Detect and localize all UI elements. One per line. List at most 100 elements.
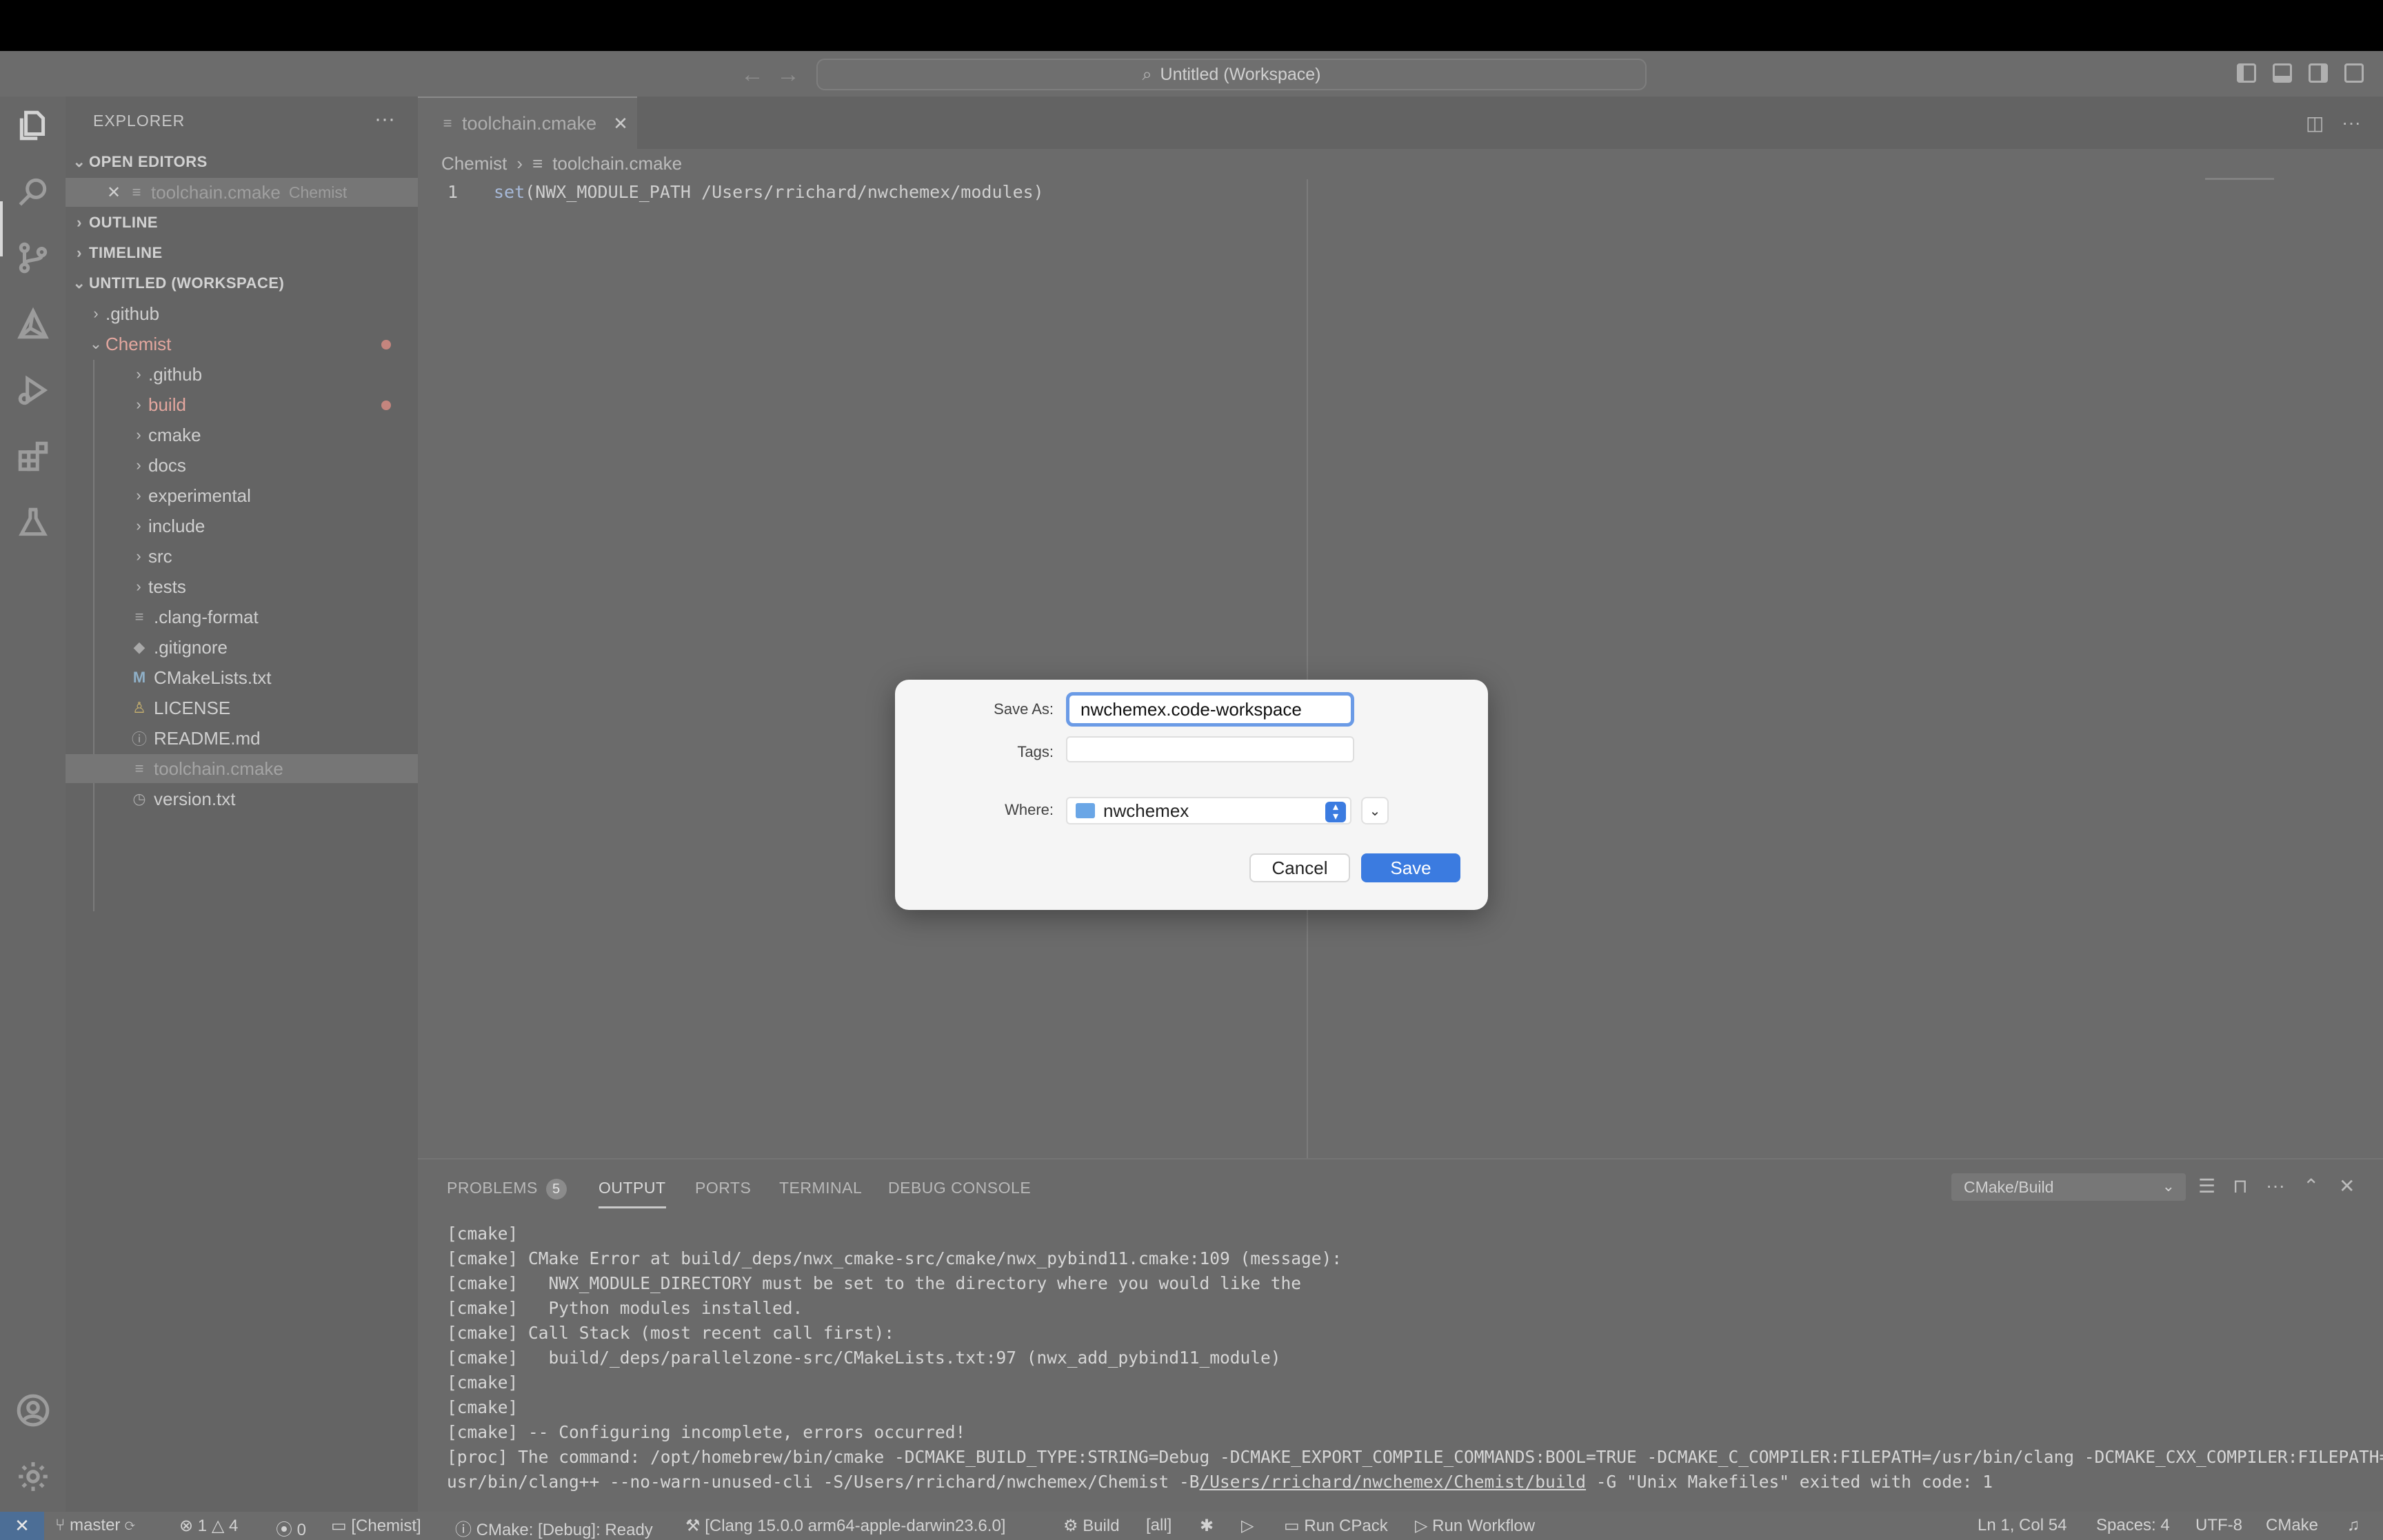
where-select[interactable]: nwchemex ▴ ▾	[1066, 797, 1351, 824]
cmake-status[interactable]: ⓘ CMake: [Debug]: Ready	[455, 1516, 653, 1540]
search-icon: ⌕	[1142, 64, 1152, 84]
run-workflow-button[interactable]: ▷ Run Workflow	[1415, 1516, 1535, 1536]
tree-file-version[interactable]: ◷ version.txt	[66, 784, 418, 813]
notifications-bell-icon[interactable]: ♫	[2347, 1516, 2360, 1535]
tree-folder-docs[interactable]: › docs	[66, 451, 418, 480]
outline-section[interactable]: › OUTLINE	[66, 208, 418, 237]
tree-folder-chemist[interactable]: ⌄ Chemist	[66, 330, 418, 358]
activity-bar	[0, 97, 66, 1512]
more-actions-icon[interactable]: ···	[2342, 112, 2361, 134]
output-log[interactable]: [cmake] [cmake] CMake Error at build/_dep…	[447, 1222, 2383, 1495]
tab-output[interactable]: OUTPUT	[599, 1179, 666, 1197]
tree-folder-tests[interactable]: › tests	[66, 572, 418, 601]
minimap[interactable]	[2205, 178, 2274, 180]
tree-folder-build[interactable]: › build	[66, 390, 418, 419]
close-icon[interactable]: ✕	[613, 113, 628, 134]
toggle-secondary-sidebar-icon[interactable]	[2309, 63, 2328, 83]
arrow-left-icon[interactable]: ←	[741, 61, 764, 88]
save-as-input[interactable]: nwchemex.code-workspace	[1066, 692, 1354, 727]
breadcrumb-file[interactable]: toolchain.cmake	[552, 153, 682, 174]
extensions-icon[interactable]	[15, 438, 51, 474]
testing-icon[interactable]	[15, 505, 51, 540]
cursor-position[interactable]: Ln 1, Col 54	[1978, 1516, 2067, 1535]
run-cpack-button[interactable]: ▭ Run CPack	[1284, 1516, 1388, 1536]
lock-icon[interactable]: ⊓	[2233, 1175, 2248, 1197]
tree-item-label: include	[148, 515, 205, 536]
run-play-icon: ▷	[1415, 1517, 1428, 1535]
output-line: [cmake] NWX_MODULE_DIRECTORY must be set…	[447, 1273, 1302, 1293]
expand-dialog-button[interactable]: ⌄	[1361, 797, 1389, 824]
encoding-status[interactable]: UTF-8	[2195, 1516, 2242, 1535]
output-path-link[interactable]: /Users/rrichard/nwchemex/Chemist/build	[1200, 1472, 1587, 1492]
tree-folder-experimental[interactable]: › experimental	[66, 481, 418, 510]
breadcrumb: Chemist › ≡ toolchain.cmake	[441, 153, 682, 174]
kit-status[interactable]: ⚒ [Clang 15.0.0 arm64-apple-darwin23.6.0…	[685, 1516, 1005, 1536]
tree-file-license[interactable]: ♙ LICENSE	[66, 693, 418, 722]
cancel-button[interactable]: Cancel	[1249, 853, 1350, 882]
output-channel-select[interactable]: CMake/Build ⌄	[1951, 1173, 2186, 1201]
build-button[interactable]: ⚙ Build	[1063, 1516, 1120, 1536]
arrow-right-icon[interactable]: →	[776, 61, 800, 88]
open-editor-folder: Chemist	[288, 183, 348, 201]
tab-terminal[interactable]: TERMINAL	[779, 1179, 862, 1197]
command-center[interactable]: ⌕ Untitled (Workspace)	[816, 59, 1647, 90]
branch-status[interactable]: ⑂ master ⟳	[55, 1516, 135, 1535]
chevron-down-icon: ⌄	[89, 335, 103, 352]
tree-file-gitignore[interactable]: ◆ .gitignore	[66, 633, 418, 662]
language-mode[interactable]: CMake	[2266, 1516, 2318, 1535]
chevron-right-icon: ›	[136, 456, 141, 474]
run-play-icon[interactable]: ▷	[1241, 1516, 1254, 1536]
tab-ports[interactable]: PORTS	[695, 1179, 751, 1197]
breadcrumb-folder[interactable]: Chemist	[441, 153, 507, 174]
remote-indicator[interactable]: ✕	[0, 1512, 44, 1540]
close-icon[interactable]: ✕	[101, 183, 126, 203]
chevron-down-icon: ⌄	[1369, 803, 1381, 819]
open-editor-item[interactable]: ✕ ≡ toolchain.cmake Chemist	[66, 178, 418, 207]
run-debug-icon[interactable]	[15, 372, 51, 408]
manage-gear-icon[interactable]	[15, 1459, 51, 1495]
clear-output-icon[interactable]: ☰	[2198, 1175, 2215, 1197]
output-line: [cmake] Python modules installed.	[447, 1298, 803, 1318]
toggle-panel-icon[interactable]	[2273, 63, 2292, 83]
open-editors-section[interactable]: ⌄ OPEN EDITORS	[66, 148, 418, 176]
tab-toolchain-cmake[interactable]: ≡ toolchain.cmake ✕	[418, 97, 637, 149]
tab-problems[interactable]: PROBLEMS 5	[447, 1179, 567, 1199]
tree-item-github-root[interactable]: › .github	[66, 299, 418, 328]
tree-folder-include[interactable]: › include	[66, 511, 418, 540]
account-icon[interactable]	[15, 1392, 51, 1428]
split-editor-icon[interactable]: ◫	[2306, 112, 2324, 134]
tree-file-readme[interactable]: ⓘ README.md	[66, 724, 418, 753]
chevron-right-icon: ›	[136, 578, 141, 595]
explorer-icon[interactable]	[15, 108, 51, 143]
target-status[interactable]: [all]	[1146, 1516, 1172, 1535]
timeline-section[interactable]: › TIMELINE	[66, 239, 418, 267]
cmake-icon[interactable]	[15, 306, 51, 342]
toggle-primary-sidebar-icon[interactable]	[2237, 63, 2256, 83]
customize-layout-icon[interactable]	[2344, 63, 2364, 83]
problems-status[interactable]: ⊗ 1 △ 4	[179, 1516, 238, 1536]
debug-bug-icon[interactable]: ✱	[1200, 1516, 1214, 1536]
more-actions-icon[interactable]: ···	[374, 108, 395, 131]
code-text[interactable]: set(NWX_MODULE_PATH /Users/rrichard/nwch…	[494, 182, 1044, 202]
close-panel-icon[interactable]: ✕	[2339, 1175, 2355, 1197]
tree-file-clang-format[interactable]: ≡ .clang-format	[66, 602, 418, 631]
maximize-panel-icon[interactable]: ⌃	[2303, 1175, 2319, 1197]
folder-status[interactable]: ▭ [Chemist]	[331, 1516, 421, 1536]
tree-folder-cmake[interactable]: › cmake	[66, 421, 418, 449]
search-icon[interactable]	[15, 174, 51, 210]
tree-file-toolchain[interactable]: ≡ toolchain.cmake	[66, 754, 418, 783]
source-control-icon[interactable]	[15, 240, 51, 276]
output-line: [proc] The command: /opt/homebrew/bin/cm…	[447, 1447, 2383, 1467]
indentation-status[interactable]: Spaces: 4	[2096, 1516, 2170, 1535]
output-line: [cmake] Call Stack (most recent call fir…	[447, 1323, 895, 1343]
tree-folder-github[interactable]: › .github	[66, 360, 418, 389]
tags-input[interactable]	[1066, 736, 1354, 762]
tree-folder-src[interactable]: › src	[66, 542, 418, 571]
more-actions-icon[interactable]: ···	[2266, 1175, 2285, 1197]
tab-debug-console[interactable]: DEBUG CONSOLE	[888, 1179, 1031, 1197]
ports-status[interactable]: ⦿ 0	[276, 1516, 306, 1540]
code-line[interactable]: 1 set(NWX_MODULE_PATH /Users/rrichard/nw…	[418, 176, 1044, 207]
workspace-section[interactable]: ⌄ UNTITLED (WORKSPACE)	[66, 269, 418, 298]
tree-file-cmakelists[interactable]: M CMakeLists.txt	[66, 663, 418, 692]
save-button[interactable]: Save	[1361, 853, 1460, 882]
